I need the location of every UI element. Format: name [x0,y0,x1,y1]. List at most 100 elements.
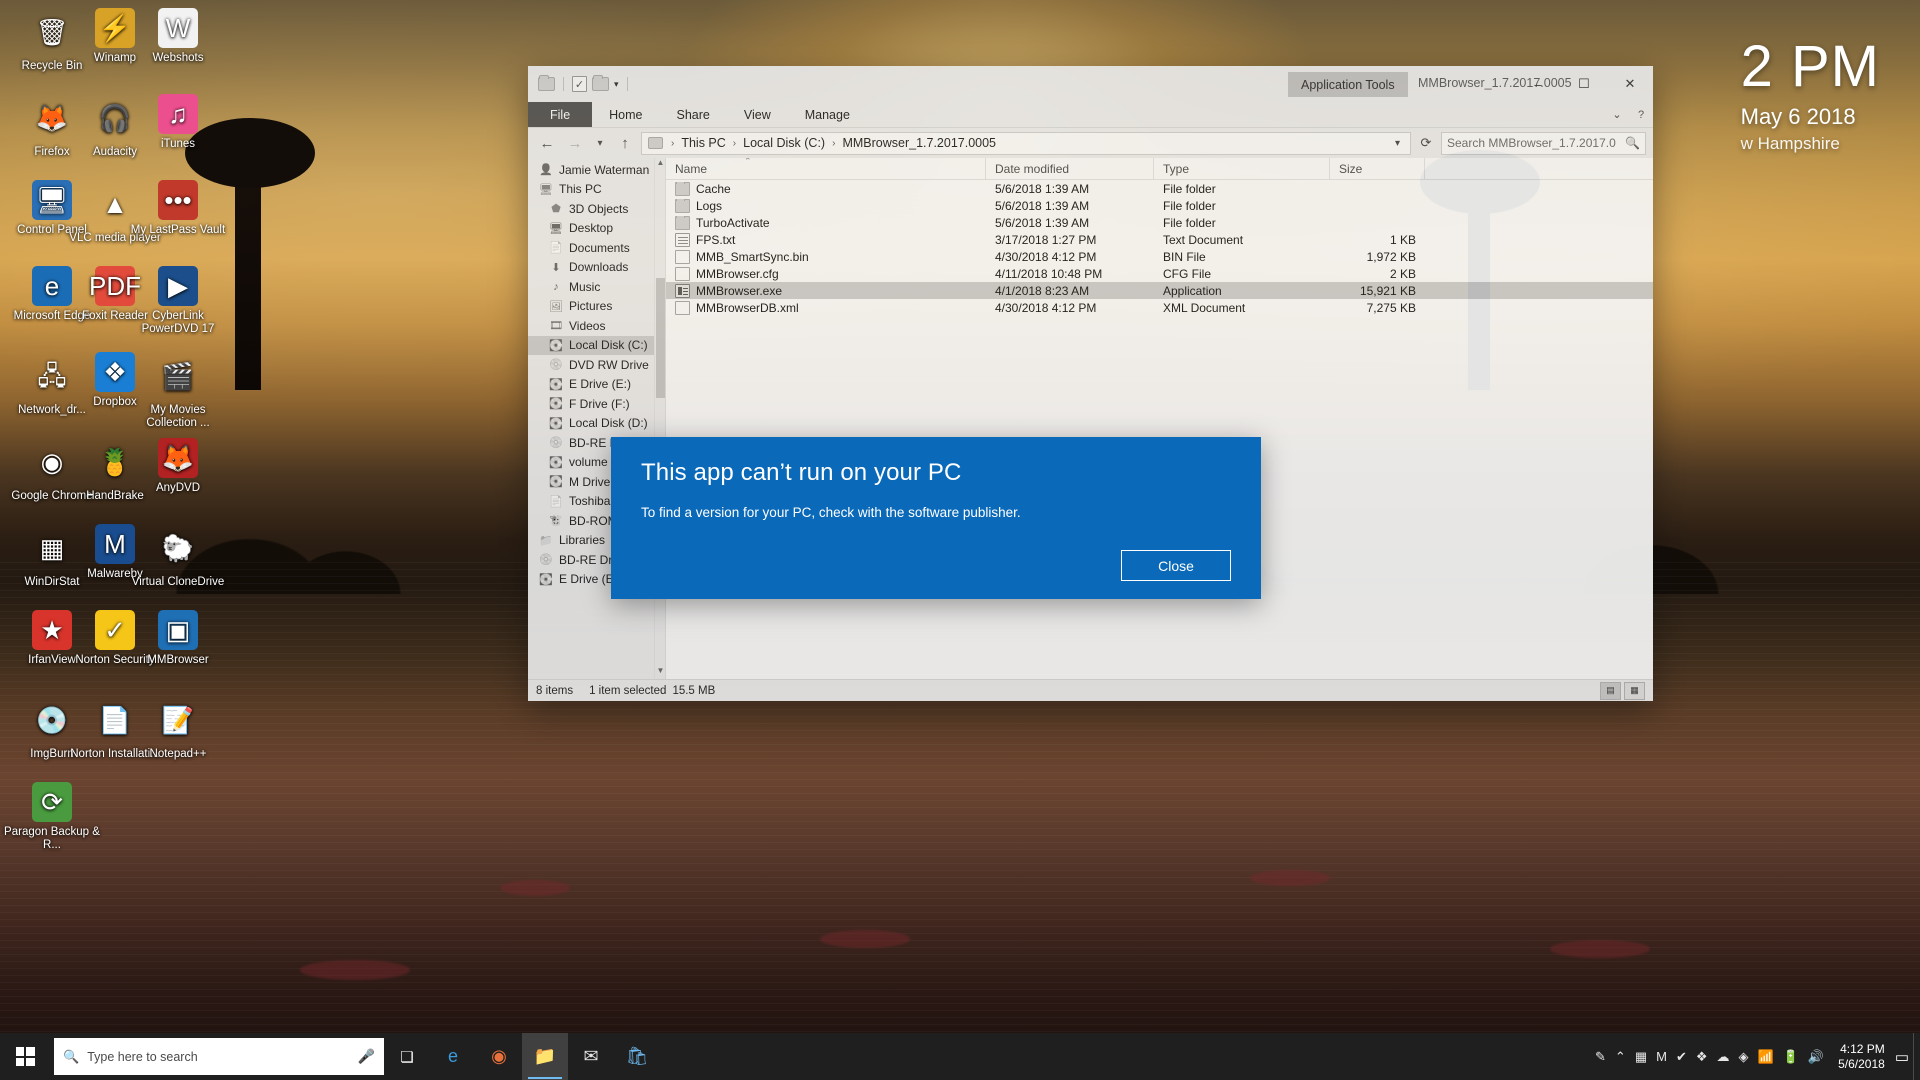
desktop-icon-mmbrowser[interactable]: ▣ MMBrowser [130,610,226,667]
desktop-icon-lastpass[interactable]: ••• My LastPass Vault [130,180,226,237]
file-name-cell[interactable]: MMBrowserDB.xml [666,300,986,315]
column-header-size[interactable]: Size [1330,158,1425,179]
task-view-icon[interactable]: ❏ [384,1033,430,1080]
address-bar-row[interactable]: ← → ▾ ↑ › This PC › Local Disk (C:) › MM… [528,128,1653,158]
desktop-icon-webshots[interactable]: W Webshots [130,8,226,65]
recent-locations-icon[interactable]: ▾ [591,131,609,155]
window-controls[interactable]: – ☐ ✕ [1515,66,1653,102]
file-name-cell[interactable]: MMBrowser.cfg [666,266,986,281]
file-rows[interactable]: Cache 5/6/2018 1:39 AM File folder Logs 5/6/… [666,180,1653,316]
windows-start-icon[interactable] [0,1033,50,1080]
sidebar-item-downloads[interactable]: ⬇ Downloads [528,258,665,278]
tab-manage[interactable]: Manage [787,102,867,127]
table-row[interactable]: FPS.txt 3/17/2018 1:27 PM Text Document 1 K… [666,231,1653,248]
contextual-tab-application-tools[interactable]: Application Tools [1288,72,1408,97]
breadcrumb-current-folder[interactable]: MMBrowser_1.7.2017.0005 [840,136,998,150]
sidebar-item-local-disk-d[interactable]: 💽 Local Disk (D:) [528,414,665,434]
sidebar-item-e-drive[interactable]: 💽 E Drive (E:) [528,375,665,395]
tab-home[interactable]: Home [592,102,659,127]
customize-icon[interactable] [592,75,609,91]
table-row[interactable]: MMBrowser.cfg 4/11/2018 10:48 PM CFG File 2… [666,265,1653,282]
view-toggle-buttons[interactable]: ▤ ▦ [1600,681,1645,700]
new-folder-icon[interactable] [538,75,555,91]
show-hidden-icons-tray-icon[interactable]: ⌃ [1615,1049,1626,1065]
file-name-cell[interactable]: Logs [666,198,986,213]
battery-tray-icon[interactable]: 🔋 [1783,1049,1799,1065]
chevron-down-icon[interactable]: ▾ [614,79,619,90]
file-name-cell[interactable]: MMBrowser.exe [666,283,986,298]
address-bar[interactable]: › This PC › Local Disk (C:) › MMBrowser_… [641,131,1411,155]
nvidia-tray-icon[interactable]: ◈ [1739,1049,1749,1065]
windirstat-tray-icon[interactable]: ▦ [1635,1049,1647,1065]
microphone-icon[interactable]: 🎤 [358,1048,375,1065]
sidebar-item-local-disk-c[interactable]: 💽 Local Disk (C:) [528,335,665,355]
network-tray-icon[interactable]: 📶 [1758,1049,1774,1065]
explorer-titlebar[interactable]: ✓ ▾ Application Tools MMBrowser_1.7.2017… [528,66,1653,102]
taskbar-clock[interactable]: 4:12 PM 5/6/2018 [1834,1042,1895,1072]
show-desktop-button[interactable] [1913,1033,1920,1080]
details-view-icon[interactable]: ▤ [1600,681,1621,700]
sidebar-item-user[interactable]: 👤Jamie Waterman⌃ [528,160,665,180]
norton-tray-icon[interactable]: ✔ [1676,1049,1687,1065]
table-row[interactable]: Logs 5/6/2018 1:39 AM File folder [666,197,1653,214]
desktop-icon-paragon-backup[interactable]: ⟳ Paragon Backup & R... [4,782,100,852]
cloud-tray-icon[interactable]: ☁ [1717,1049,1730,1065]
breadcrumb-local-disk[interactable]: Local Disk (C:) [741,136,827,150]
properties-icon[interactable]: ✓ [572,76,587,92]
pen-tray-icon[interactable]: ✎ [1595,1049,1606,1065]
search-input[interactable]: Search MMBrowser_1.7.2017.0 🔍 [1441,131,1646,155]
help-icon[interactable]: ? [1629,102,1653,127]
back-arrow-icon[interactable]: ← [535,131,559,155]
file-explorer-taskbar-icon[interactable]: 📁 [522,1033,568,1080]
system-tray[interactable]: ✎ ⌃ ▦ M ✔ ❖ ☁ ◈ 📶 🔋 🔊 [1595,1049,1834,1065]
minimize-button[interactable]: – [1515,66,1561,102]
navigation-pane[interactable]: 👤Jamie Waterman⌃🖥This PC⬟3D Objects🖥Desk… [528,158,666,679]
dropbox-tray-icon[interactable]: ❖ [1696,1049,1708,1065]
ribbon-tab-bar[interactable]: File Home Share View Manage ⌄ ? [528,102,1653,128]
address-dropdown-icon[interactable]: ▾ [1389,138,1406,149]
up-arrow-icon[interactable]: ↑ [613,131,637,155]
sidebar-item-desktop[interactable]: 🖥 Desktop [528,219,665,239]
taskbar[interactable]: 🔍 Type here to search 🎤 ❏ e ◉ 📁 ✉ 🛍 ✎ ⌃ ▦ M ✔ ❖ ☁ ◈… [0,1033,1920,1080]
firefox-taskbar-icon[interactable]: ◉ [476,1033,522,1080]
malwarebytes-tray-icon[interactable]: M [1656,1049,1667,1064]
mail-taskbar-icon[interactable]: ✉ [568,1033,614,1080]
sidebar-item-documents[interactable]: 📄 Documents [528,238,665,258]
desktop-icon-anydvd[interactable]: 🦊 AnyDVD [130,438,226,495]
desktop-icon-powerdvd[interactable]: ▶ CyberLink PowerDVD 17 [130,266,226,336]
edge-taskbar-icon[interactable]: e [430,1033,476,1080]
desktop-icon-virtual-clonedrive[interactable]: 🐑 Virtual CloneDrive [130,524,226,589]
file-name-cell[interactable]: FPS.txt [666,232,986,247]
large-icons-view-icon[interactable]: ▦ [1624,681,1645,700]
sidebar-item-videos[interactable]: 🎞 Videos [528,316,665,336]
store-taskbar-icon[interactable]: 🛍 [614,1033,660,1080]
sidebar-item-f-drive[interactable]: 💽 F Drive (F:) [528,394,665,414]
column-header-date-modified[interactable]: Date modified [986,158,1154,179]
file-list-pane[interactable]: ⌃ Name Date modified Type Size Cache 5/6/… [666,158,1653,679]
sidebar-item-music[interactable]: ♪ Music [528,277,665,297]
file-name-cell[interactable]: MMB_SmartSync.bin [666,249,986,264]
action-center-icon[interactable]: ▭ [1895,1048,1913,1066]
table-row[interactable]: MMBrowser.exe 4/1/2018 8:23 AM Application… [666,282,1653,299]
tab-view[interactable]: View [727,102,788,127]
desktop-icon-itunes[interactable]: ♫ iTunes [130,94,226,151]
file-explorer-window[interactable]: ✓ ▾ Application Tools MMBrowser_1.7.2017… [528,66,1653,701]
column-headers[interactable]: ⌃ Name Date modified Type Size [666,158,1653,180]
table-row[interactable]: TurboActivate 5/6/2018 1:39 AM File folder [666,214,1653,231]
tab-share[interactable]: Share [660,102,727,127]
breadcrumb-this-pc[interactable]: This PC [679,136,727,150]
close-button[interactable]: Close [1121,550,1231,581]
file-name-cell[interactable]: Cache [666,181,986,196]
scroll-down-arrow-icon[interactable]: ▼ [655,666,665,679]
sidebar-item-pictures[interactable]: 🖼 Pictures [528,297,665,317]
search-input[interactable]: 🔍 Type here to search 🎤 [54,1038,384,1075]
refresh-icon[interactable]: ⟳ [1415,135,1437,151]
sidebar-item-3d-objects[interactable]: ⬟ 3D Objects [528,199,665,219]
ribbon-collapse-icon[interactable]: ⌄ [1605,102,1629,127]
desktop-icon-my-movies[interactable]: 🎬 My Movies Collection ... [130,352,226,430]
scrollbar-thumb[interactable] [656,278,665,398]
sidebar-item-dvd-rw-drive[interactable]: 💿 DVD RW Drive [528,355,665,375]
sidebar-item-this-pc[interactable]: 🖥 This PC [528,180,665,200]
column-header-type[interactable]: Type [1154,158,1330,179]
quick-access-toolbar[interactable]: ✓ ▾ [528,75,631,92]
